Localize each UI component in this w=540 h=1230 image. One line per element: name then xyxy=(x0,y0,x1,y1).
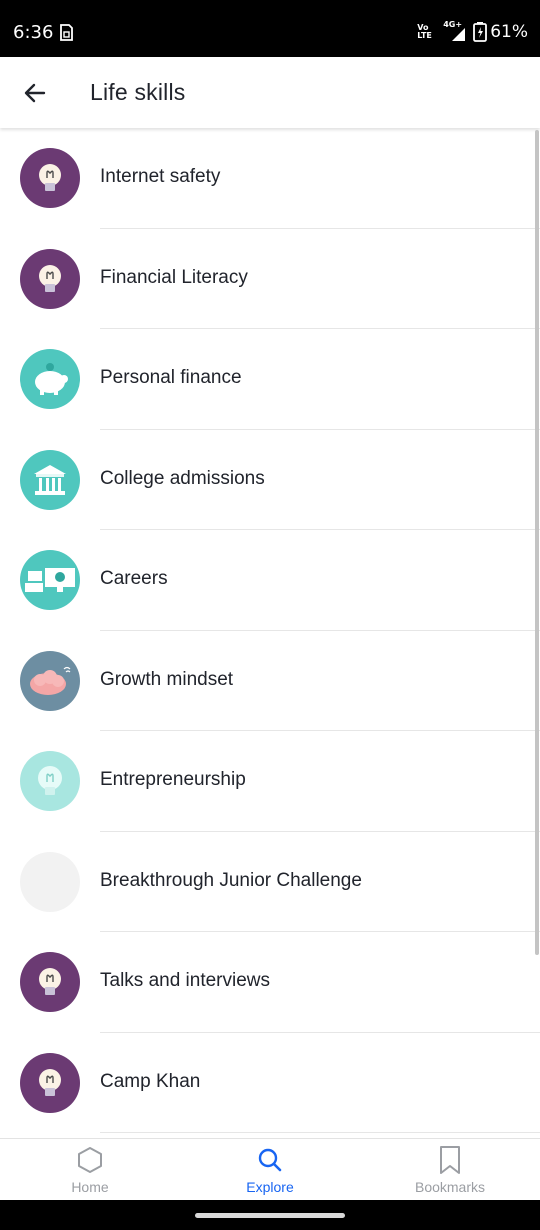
list-item-financial-literacy[interactable]: Financial Literacy xyxy=(0,229,540,329)
list-item-breakthrough-junior-challenge[interactable]: Breakthrough Junior Challenge xyxy=(0,832,540,932)
arrow-left-icon xyxy=(24,83,46,103)
tab-bookmarks[interactable]: Bookmarks xyxy=(360,1139,540,1201)
tab-label: Bookmarks xyxy=(414,1179,486,1195)
bottom-nav: Home Explore Bookmarks xyxy=(0,1138,540,1200)
tab-label: Explore xyxy=(246,1179,294,1195)
piggy-bank-icon xyxy=(20,349,80,409)
list-item-label: Personal finance xyxy=(100,367,242,388)
list-item-camp-khan[interactable]: Camp Khan xyxy=(0,1033,540,1133)
list-item-label: Growth mindset xyxy=(100,668,234,690)
tab-home[interactable]: Home xyxy=(0,1139,180,1201)
brain-icon xyxy=(20,650,80,711)
list-item-label: Breakthrough Junior Challenge xyxy=(100,869,362,891)
list-item-careers[interactable]: Careers xyxy=(0,530,540,631)
status-indicators: Vo LTE 4G+ 61% xyxy=(417,20,528,44)
page-title: Life skills xyxy=(90,79,186,105)
hexagon-home-icon xyxy=(76,1145,104,1175)
system-navigation-bar xyxy=(0,1200,540,1230)
list-item-label: College admissions xyxy=(100,467,265,489)
list-item-personal-finance[interactable]: Personal finance xyxy=(0,329,540,430)
list-item-talks-and-interviews[interactable]: Talks and interviews xyxy=(0,932,540,1033)
status-time: 6:36 xyxy=(13,22,54,43)
lightbulb-icon xyxy=(20,1052,80,1113)
college-building-icon xyxy=(20,449,80,510)
signal-icon: 4G+ xyxy=(443,20,467,42)
tab-explore[interactable]: Explore xyxy=(180,1139,360,1201)
blank-icon xyxy=(20,851,80,912)
search-icon xyxy=(256,1145,284,1175)
back-button[interactable] xyxy=(15,73,55,113)
list-item-growth-mindset[interactable]: Growth mindset xyxy=(0,631,540,731)
list-item-label: Financial Literacy xyxy=(100,266,248,288)
volte-indicator: Vo LTE xyxy=(417,23,432,40)
list-item-internet-safety[interactable]: Internet safety xyxy=(0,128,540,229)
list-item-label: Camp Khan xyxy=(100,1070,201,1092)
list-item-college-admissions[interactable]: College admissions xyxy=(0,430,540,530)
lightbulb-icon xyxy=(20,148,80,208)
status-bar: 6:36 Vo LTE 4G+ 61% xyxy=(0,0,540,57)
sim-card-icon xyxy=(60,24,73,41)
app-bar: Life skills xyxy=(0,57,540,128)
careers-screens-icon xyxy=(20,550,80,610)
list-item-entrepreneurship[interactable]: Entrepreneurship xyxy=(0,731,540,832)
topic-list: Internet safety Financial Literacy Perso… xyxy=(0,128,540,1138)
lightbulb-icon xyxy=(20,952,80,1012)
scrollbar[interactable] xyxy=(535,130,539,955)
lightbulb-icon xyxy=(20,248,80,309)
divider xyxy=(100,1132,540,1133)
list-item-label: Talks and interviews xyxy=(100,970,271,991)
list-item-label: Internet safety xyxy=(100,166,221,187)
battery-icon xyxy=(473,22,488,42)
tab-label: Home xyxy=(71,1179,109,1195)
bookmark-icon xyxy=(436,1145,464,1175)
battery-percent: 61% xyxy=(490,22,528,42)
list-item-label: Careers xyxy=(100,568,168,589)
lightbulb-icon xyxy=(20,751,80,811)
home-gesture-handle[interactable] xyxy=(195,1213,345,1218)
list-item-label: Entrepreneurship xyxy=(100,769,246,790)
